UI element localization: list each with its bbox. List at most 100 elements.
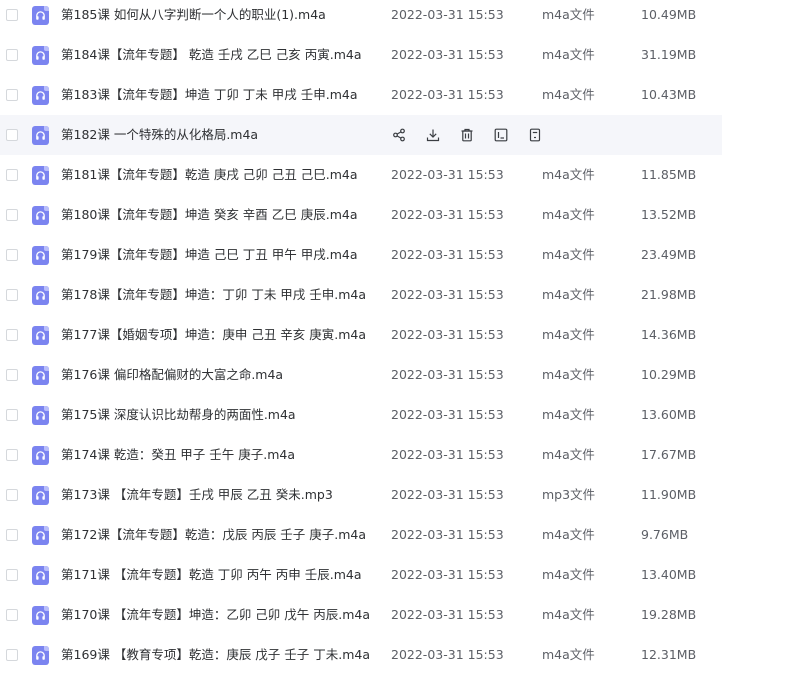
audio-file-icon [32,406,49,425]
file-name[interactable]: 第171课 【流年专题】乾造 丁卯 丙午 丙申 壬辰.m4a [61,555,362,595]
file-name[interactable]: 第180课【流年专题】坤造 癸亥 辛酉 乙巳 庚辰.m4a [61,195,358,235]
audio-file-icon [32,246,49,265]
row-checkbox[interactable] [6,89,18,101]
file-name[interactable]: 第185课 如何从八字判断一个人的职业(1).m4a [61,0,326,35]
file-date: 2022-03-31 15:53 [391,7,504,22]
file-row[interactable]: 第181课【流年专题】乾造 庚戌 己卯 己丑 己巳.m4a 2022-03-31… [0,155,722,195]
file-size: 12.31MB [641,647,697,662]
audio-file-icon [32,606,49,625]
row-checkbox[interactable] [6,449,18,461]
file-type: m4a文件 [542,327,595,342]
rename-icon[interactable] [492,126,510,144]
file-type: m4a文件 [542,447,595,462]
file-date: 2022-03-31 15:53 [391,47,504,62]
file-row[interactable]: 第178课【流年专题】坤造：丁卯 丁未 甲戌 壬申.m4a 2022-03-31… [0,275,722,315]
file-size: 17.67MB [641,447,697,462]
file-size: 19.28MB [641,607,697,622]
download-icon[interactable] [424,126,442,144]
row-checkbox[interactable] [6,49,18,61]
file-row[interactable]: 第184课【流年专题】 乾造 壬戌 乙巳 己亥 丙寅.m4a 2022-03-3… [0,35,722,75]
file-date: 2022-03-31 15:53 [391,367,504,382]
file-row[interactable]: 第171课 【流年专题】乾造 丁卯 丙午 丙申 壬辰.m4a 2022-03-3… [0,555,722,595]
file-name[interactable]: 第170课 【流年专题】坤造：乙卯 己卯 戊午 丙辰.m4a [61,595,370,635]
file-name[interactable]: 第183课【流年专题】坤造 丁卯 丁未 甲戌 壬申.m4a [61,75,358,115]
file-type: m4a文件 [542,247,595,262]
file-name[interactable]: 第173课 【流年专题】壬戌 甲辰 乙丑 癸未.mp3 [61,475,333,515]
file-type: m4a文件 [542,167,595,182]
file-row[interactable]: 第185课 如何从八字判断一个人的职业(1).m4a 2022-03-31 15… [0,0,722,35]
file-name[interactable]: 第184课【流年专题】 乾造 壬戌 乙巳 己亥 丙寅.m4a [61,35,362,75]
file-size: 10.29MB [641,367,697,382]
row-checkbox[interactable] [6,249,18,261]
file-row[interactable]: 第179课【流年专题】坤造 己巳 丁丑 甲午 甲戌.m4a 2022-03-31… [0,235,722,275]
file-row[interactable]: 第169课 【教育专项】乾造：庚辰 戊子 壬子 丁未.m4a 2022-03-3… [0,635,722,675]
file-date: 2022-03-31 15:53 [391,447,504,462]
file-name[interactable]: 第172课【流年专题】乾造：戊辰 丙辰 壬子 庚子.m4a [61,515,366,555]
delete-icon[interactable] [458,126,476,144]
file-size: 13.52MB [641,207,697,222]
share-icon[interactable] [390,126,408,144]
file-size: 10.43MB [641,87,697,102]
row-checkbox[interactable] [6,369,18,381]
file-size: 10.49MB [641,7,697,22]
row-checkbox[interactable] [6,409,18,421]
row-checkbox[interactable] [6,129,18,141]
row-checkbox[interactable] [6,649,18,661]
file-size: 21.98MB [641,287,697,302]
file-date: 2022-03-31 15:53 [391,207,504,222]
file-type: m4a文件 [542,367,595,382]
file-row[interactable]: 第170课 【流年专题】坤造：乙卯 己卯 戊午 丙辰.m4a 2022-03-3… [0,595,722,635]
audio-file-icon [32,526,49,545]
file-list: 第185课 如何从八字判断一个人的职业(1).m4a 2022-03-31 15… [0,0,794,675]
file-row[interactable]: 第182课 一个特殊的从化格局.m4a [0,115,722,155]
file-size: 13.60MB [641,407,697,422]
file-type: m4a文件 [542,527,595,542]
file-row[interactable]: 第177课【婚姻专项】坤造：庚申 己丑 辛亥 庚寅.m4a 2022-03-31… [0,315,722,355]
file-size: 23.49MB [641,247,697,262]
file-row[interactable]: 第183课【流年专题】坤造 丁卯 丁未 甲戌 壬申.m4a 2022-03-31… [0,75,722,115]
file-date: 2022-03-31 15:53 [391,647,504,662]
file-name[interactable]: 第175课 深度认识比劫帮身的两面性.m4a [61,395,296,435]
file-size: 14.36MB [641,327,697,342]
row-checkbox[interactable] [6,9,18,21]
file-date: 2022-03-31 15:53 [391,167,504,182]
row-checkbox[interactable] [6,569,18,581]
file-date: 2022-03-31 15:53 [391,487,504,502]
file-name[interactable]: 第178课【流年专题】坤造：丁卯 丁未 甲戌 壬申.m4a [61,275,366,315]
file-name[interactable]: 第179课【流年专题】坤造 己巳 丁丑 甲午 甲戌.m4a [61,235,358,275]
more-icon[interactable] [526,126,544,144]
row-checkbox[interactable] [6,489,18,501]
file-name[interactable]: 第182课 一个特殊的从化格局.m4a [61,115,258,155]
file-name[interactable]: 第181课【流年专题】乾造 庚戌 己卯 己丑 己巳.m4a [61,155,358,195]
audio-file-icon [32,126,49,145]
file-size: 11.85MB [641,167,697,182]
file-date: 2022-03-31 15:53 [391,327,504,342]
file-type: m4a文件 [542,207,595,222]
file-type: m4a文件 [542,567,595,582]
file-name[interactable]: 第174课 乾造：癸丑 甲子 壬午 庚子.m4a [61,435,295,475]
file-type: m4a文件 [542,607,595,622]
file-name[interactable]: 第169课 【教育专项】乾造：庚辰 戊子 壬子 丁未.m4a [61,635,370,675]
audio-file-icon [32,286,49,305]
file-name[interactable]: 第176课 偏印格配偏财的大富之命.m4a [61,355,283,395]
row-checkbox[interactable] [6,289,18,301]
file-type: mp3文件 [542,487,596,502]
file-row[interactable]: 第180课【流年专题】坤造 癸亥 辛酉 乙巳 庚辰.m4a 2022-03-31… [0,195,722,235]
file-size: 31.19MB [641,47,697,62]
row-checkbox[interactable] [6,329,18,341]
file-type: m4a文件 [542,647,595,662]
audio-file-icon [32,446,49,465]
file-row[interactable]: 第172课【流年专题】乾造：戊辰 丙辰 壬子 庚子.m4a 2022-03-31… [0,515,722,555]
file-row[interactable]: 第173课 【流年专题】壬戌 甲辰 乙丑 癸未.mp3 2022-03-31 1… [0,475,722,515]
file-row[interactable]: 第176课 偏印格配偏财的大富之命.m4a 2022-03-31 15:53 m… [0,355,722,395]
audio-file-icon [32,6,49,25]
row-checkbox[interactable] [6,609,18,621]
file-date: 2022-03-31 15:53 [391,87,504,102]
row-checkbox[interactable] [6,529,18,541]
file-name[interactable]: 第177课【婚姻专项】坤造：庚申 己丑 辛亥 庚寅.m4a [61,315,366,355]
file-row[interactable]: 第175课 深度认识比劫帮身的两面性.m4a 2022-03-31 15:53 … [0,395,722,435]
file-row[interactable]: 第174课 乾造：癸丑 甲子 壬午 庚子.m4a 2022-03-31 15:5… [0,435,722,475]
row-checkbox[interactable] [6,209,18,221]
file-type: m4a文件 [542,47,595,62]
row-checkbox[interactable] [6,169,18,181]
